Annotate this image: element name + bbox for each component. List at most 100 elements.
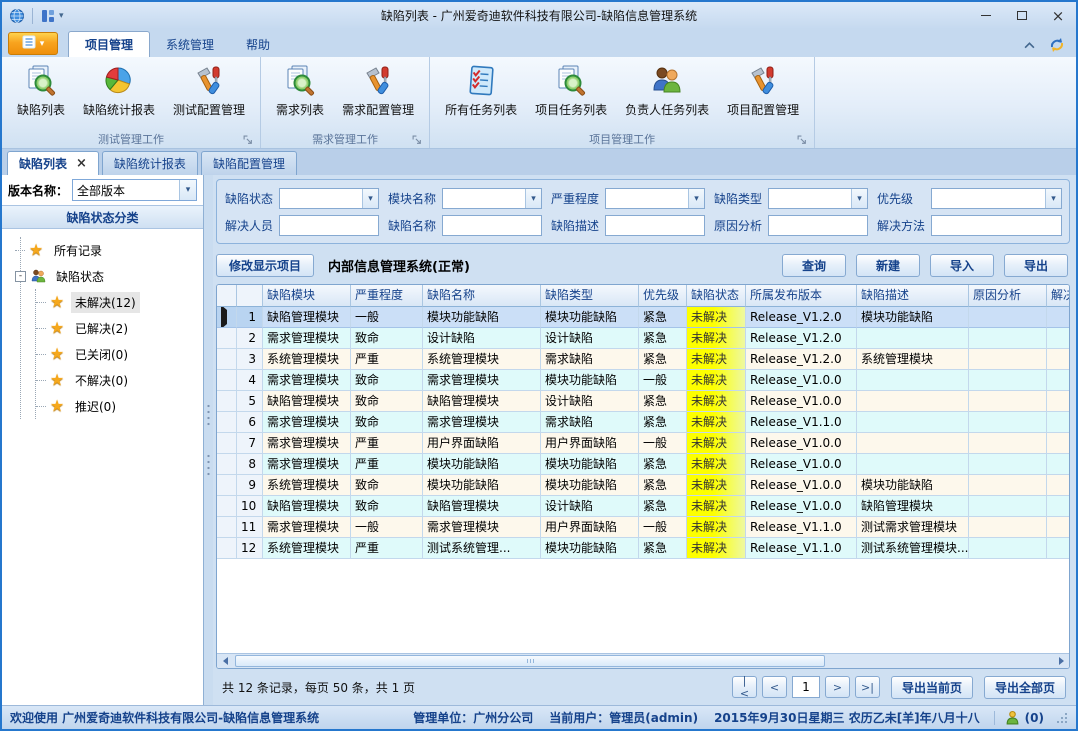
quick-access-icon[interactable] <box>39 7 57 25</box>
export-button[interactable]: 导出 <box>1004 254 1068 277</box>
ribbon-button[interactable]: 缺陷统计报表 <box>74 61 164 118</box>
chevron-down-icon[interactable]: ▾ <box>688 189 704 208</box>
tree-item[interactable]: ★不解决(0) <box>36 367 203 393</box>
table-row[interactable]: 2需求管理模块致命设计缺陷设计缺陷紧急未解决Release_V1.2.0 <box>217 328 1070 349</box>
grid-cell-type: 模块功能缺陷 <box>541 454 639 475</box>
filter-combobox[interactable]: ▾ <box>605 188 705 209</box>
version-combobox[interactable]: 全部版本 ▾ <box>72 179 197 201</box>
tree-item[interactable]: ★所有记录 <box>15 237 203 263</box>
last-page-button[interactable]: >| <box>855 676 880 698</box>
grid-cell-sel <box>217 454 237 475</box>
ribbon-tab[interactable]: 帮助 <box>230 31 286 57</box>
prev-page-button[interactable]: < <box>762 676 787 698</box>
chevron-down-icon[interactable]: ▾ <box>1045 189 1061 208</box>
grid-cell-name: 模块功能缺陷 <box>423 307 541 328</box>
modify-columns-button[interactable]: 修改显示项目 <box>216 254 314 277</box>
next-page-button[interactable]: > <box>825 676 850 698</box>
table-row[interactable]: 11需求管理模块一般需求管理模块用户界面缺陷一般未解决Release_V1.1.… <box>217 517 1070 538</box>
table-row[interactable]: 5缺陷管理模块致命缺陷管理模块设计缺陷紧急未解决Release_V1.0.0 <box>217 391 1070 412</box>
grid-cell-version: Release_V1.1.0 <box>746 412 857 433</box>
chevron-down-icon[interactable]: ▾ <box>525 189 541 208</box>
filter-textbox[interactable] <box>442 215 542 236</box>
query-button[interactable]: 查询 <box>782 254 846 277</box>
import-button[interactable]: 导入 <box>930 254 994 277</box>
new-button[interactable]: 新建 <box>856 254 920 277</box>
filter-combobox[interactable]: ▾ <box>279 188 379 209</box>
application-menu-button[interactable]: ▾ <box>8 32 58 55</box>
maximize-button[interactable] <box>1004 3 1040 29</box>
dialog-launcher-icon[interactable] <box>797 135 807 145</box>
chevron-down-icon[interactable]: ▾ <box>179 180 196 200</box>
ribbon-button[interactable]: 所有任务列表 <box>436 61 526 118</box>
filter-textbox[interactable] <box>768 215 868 236</box>
ribbon-button[interactable]: 缺陷列表 <box>8 61 74 118</box>
chevron-down-icon[interactable]: ▾ <box>362 189 378 208</box>
grid-cell-version: Release_V1.0.0 <box>746 454 857 475</box>
ribbon-help-icon[interactable] <box>1048 37 1066 53</box>
document-tab[interactable]: 缺陷统计报表 <box>102 151 198 175</box>
ribbon-button[interactable]: 测试配置管理 <box>164 61 254 118</box>
scroll-right-button[interactable] <box>1053 654 1069 668</box>
close-button[interactable]: × <box>1040 3 1076 29</box>
ribbon-button[interactable]: 项目配置管理 <box>718 61 808 118</box>
filter-label: 缺陷状态 <box>225 190 279 207</box>
table-row[interactable]: 10缺陷管理模块致命缺陷管理模块设计缺陷紧急未解决Release_V1.0.0缺… <box>217 496 1070 517</box>
dialog-launcher-icon[interactable] <box>243 135 253 145</box>
filter-combobox[interactable]: ▾ <box>768 188 868 209</box>
filter-combobox[interactable]: ▾ <box>442 188 542 209</box>
grid-cell-desc: 测试系统管理模块... <box>857 538 969 559</box>
table-row[interactable]: 6需求管理模块致命需求管理模块需求缺陷紧急未解决Release_V1.1.0 <box>217 412 1070 433</box>
resize-grip[interactable] <box>1056 712 1068 724</box>
tree-expander-icon[interactable]: - <box>15 271 26 282</box>
tree-item[interactable]: ★已关闭(0) <box>36 341 203 367</box>
filter-field: 缺陷类型▾ <box>714 188 868 209</box>
ribbon-button[interactable]: 负责人任务列表 <box>616 61 718 118</box>
export-current-page-button[interactable]: 导出当前页 <box>891 676 973 699</box>
table-row[interactable]: 4需求管理模块致命需求管理模块模块功能缺陷一般未解决Release_V1.0.0 <box>217 370 1070 391</box>
tree-item[interactable]: ★推迟(0) <box>36 393 203 419</box>
scrollbar-thumb[interactable] <box>235 655 825 667</box>
minimize-button[interactable] <box>968 3 1004 29</box>
ribbon-group-label: 测试管理工作 <box>98 131 164 147</box>
quick-access-dropdown-icon[interactable]: ▾ <box>59 11 64 21</box>
scrollbar-track[interactable] <box>233 654 1053 668</box>
ribbon-collapse-icon[interactable] <box>1020 37 1038 53</box>
filter-combobox[interactable]: ▾ <box>931 188 1062 209</box>
table-row[interactable]: 12系统管理模块严重测试系统管理...模块功能缺陷紧急未解决Release_V1… <box>217 538 1070 559</box>
tree-item[interactable]: ★未解决(12) <box>36 289 203 315</box>
export-all-pages-button[interactable]: 导出全部页 <box>984 676 1066 699</box>
grid-cell-name: 用户界面缺陷 <box>423 433 541 454</box>
ribbon-button[interactable]: 需求列表 <box>267 61 333 118</box>
panel-splitter[interactable] <box>204 175 213 705</box>
filter-textbox[interactable] <box>279 215 379 236</box>
table-row[interactable]: 3系统管理模块严重系统管理模块需求缺陷紧急未解决Release_V1.2.0系统… <box>217 349 1070 370</box>
close-icon[interactable]: × <box>76 157 87 170</box>
document-tab[interactable]: 缺陷列表× <box>7 151 99 175</box>
chevron-down-icon[interactable]: ▾ <box>851 189 867 208</box>
ribbon-tab[interactable]: 系统管理 <box>150 31 230 57</box>
document-tab[interactable]: 缺陷配置管理 <box>201 151 297 175</box>
horizontal-scrollbar[interactable] <box>217 653 1069 668</box>
star-icon: ★ <box>48 371 66 389</box>
grid-cell-type: 模块功能缺陷 <box>541 538 639 559</box>
grid-cell-module: 需求管理模块 <box>263 433 351 454</box>
table-row[interactable]: 8需求管理模块严重模块功能缺陷模块功能缺陷紧急未解决Release_V1.0.0 <box>217 454 1070 475</box>
first-page-button[interactable]: |< <box>732 676 757 698</box>
scroll-left-button[interactable] <box>217 654 233 668</box>
filter-field: 解决人员 <box>225 215 379 236</box>
filter-textbox[interactable] <box>931 215 1062 236</box>
table-row[interactable]: 9系统管理模块致命模块功能缺陷模块功能缺陷紧急未解决Release_V1.0.0… <box>217 475 1070 496</box>
ribbon-button[interactable]: 项目任务列表 <box>526 61 616 118</box>
tree-item[interactable]: -缺陷状态 <box>15 263 203 289</box>
ribbon-tab[interactable]: 项目管理 <box>68 31 150 57</box>
filter-textbox[interactable] <box>605 215 705 236</box>
page-number-input[interactable] <box>792 676 820 698</box>
dialog-launcher-icon[interactable] <box>412 135 422 145</box>
online-count: (0) <box>1025 711 1044 725</box>
ribbon-button[interactable]: 需求配置管理 <box>333 61 423 118</box>
table-row[interactable]: 7需求管理模块严重用户界面缺陷用户界面缺陷一般未解决Release_V1.0.0 <box>217 433 1070 454</box>
tree-item[interactable]: ★已解决(2) <box>36 315 203 341</box>
table-row[interactable]: 1缺陷管理模块一般模块功能缺陷模块功能缺陷紧急未解决Release_V1.2.0… <box>217 307 1070 328</box>
ribbon-groups: 缺陷列表缺陷统计报表测试配置管理测试管理工作需求列表需求配置管理需求管理工作所有… <box>2 57 1076 148</box>
grid-cell-cause <box>969 307 1047 328</box>
